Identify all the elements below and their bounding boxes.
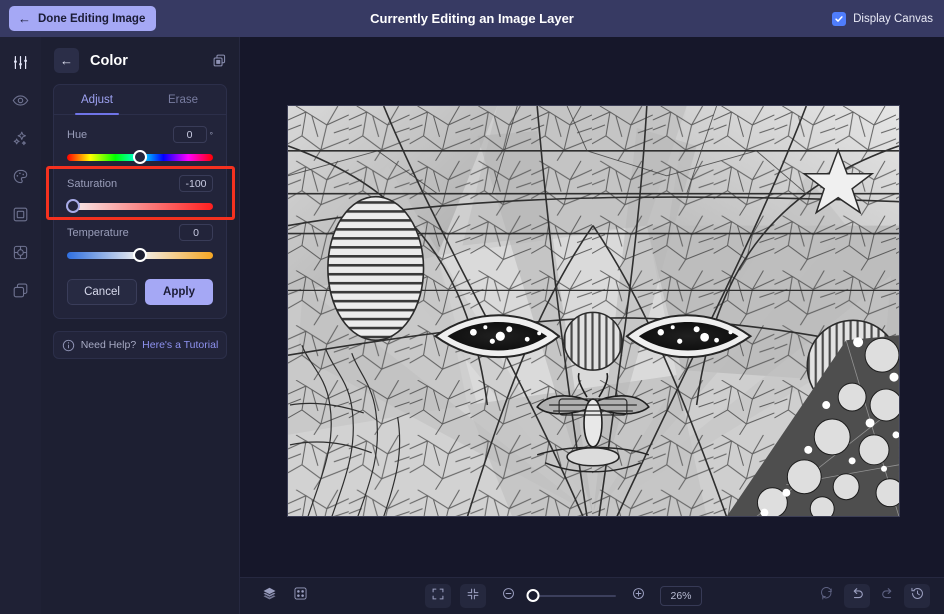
hue-value-wrap: 0 ° [172, 126, 213, 143]
sidebar-item-transform[interactable] [6, 237, 36, 267]
degree-unit: ° [209, 129, 213, 140]
top-toolbar: ← Done Editing Image Currently Editing a… [0, 0, 944, 37]
fullscreen-icon [431, 587, 445, 606]
palette-icon [12, 168, 29, 185]
hue-slider-thumb[interactable] [133, 150, 147, 164]
saturation-value-input[interactable]: -100 [179, 175, 213, 192]
duplicate-layers-icon[interactable] [212, 53, 227, 68]
fit-to-screen-button[interactable] [460, 584, 486, 608]
need-help-text: Need Help? [80, 339, 137, 351]
undo-button[interactable] [844, 584, 870, 608]
saturation-value-wrap: -100 [179, 175, 213, 192]
temperature-label-line: Temperature 0 [67, 224, 213, 241]
crop-rotate-icon [12, 244, 29, 261]
saturation-gradient-bar [67, 203, 213, 210]
zoom-slider-thumb[interactable] [526, 589, 540, 602]
temperature-value-wrap: 0 [179, 224, 213, 241]
reset-button[interactable] [814, 584, 840, 608]
zoom-percent-value[interactable]: 26% [660, 586, 702, 606]
redo-button[interactable] [874, 584, 900, 608]
hue-slider-track[interactable] [67, 150, 213, 164]
tab-erase-label: Erase [167, 94, 199, 106]
frame-icon [12, 206, 29, 223]
panel-header: ← Color [41, 37, 239, 84]
tab-adjust-label: Adjust [81, 94, 113, 106]
tutorial-link[interactable]: Here's a Tutorial [142, 339, 218, 351]
zoom-controls: 26% [425, 584, 702, 608]
done-editing-image-button[interactable]: ← Done Editing Image [9, 6, 157, 31]
fit-screen-icon [466, 587, 480, 606]
temperature-label: Temperature [67, 226, 129, 239]
history-icon [910, 586, 925, 606]
grid-button[interactable] [287, 584, 313, 608]
panel-title: Color [90, 52, 128, 69]
plus-circle-icon [631, 586, 646, 606]
saturation-slider-thumb[interactable] [65, 199, 80, 213]
image-editor-app: ← Done Editing Image Currently Editing a… [0, 0, 944, 614]
sparkles-icon [12, 130, 29, 147]
cancel-button[interactable]: Cancel [67, 279, 137, 305]
redo-icon [880, 586, 895, 606]
action-buttons: Cancel Apply [54, 262, 226, 305]
tab-adjust[interactable]: Adjust [54, 85, 140, 115]
reset-icon [820, 586, 834, 606]
bottom-toolbar: 26% [240, 577, 944, 614]
back-arrow-icon: ← [60, 53, 73, 68]
layers-stack-icon [262, 586, 277, 606]
canvas-stage[interactable] [240, 37, 944, 577]
saturation-label-line: Saturation -100 [67, 175, 213, 192]
panel-back-button[interactable]: ← [54, 48, 79, 73]
back-arrow-icon: ← [18, 11, 31, 26]
adjust-card: Adjust Erase Hue 0 ° Saturation -100 Tem… [46, 84, 235, 319]
tab-erase[interactable]: Erase [140, 85, 226, 114]
hue-value-input[interactable]: 0 [172, 126, 207, 143]
sidebar-item-color[interactable] [6, 161, 36, 191]
layers-button[interactable] [256, 584, 282, 608]
display-canvas-label: Display Canvas [853, 12, 933, 25]
sidebar-item-frame[interactable] [6, 199, 36, 229]
zoom-slider[interactable] [526, 589, 616, 602]
undo-icon [850, 586, 865, 606]
adjustments-icon [12, 54, 29, 71]
zoom-out-button[interactable] [495, 584, 521, 608]
info-icon [62, 339, 75, 352]
display-canvas-toggle[interactable]: Display Canvas [832, 0, 933, 37]
mosaic-artwork [288, 106, 899, 516]
checkbox-checked-icon[interactable] [832, 11, 847, 26]
done-editing-image-label: Done Editing Image [38, 12, 146, 25]
saturation-slider-row: Saturation -100 [46, 164, 235, 220]
history-button[interactable] [904, 584, 930, 608]
saturation-label: Saturation [67, 177, 118, 190]
tool-rail [0, 37, 41, 614]
panel-tabs: Adjust Erase [54, 85, 226, 115]
temperature-slider-row: Temperature 0 [54, 213, 226, 262]
saturation-slider-track[interactable] [65, 199, 213, 213]
fullscreen-button[interactable] [425, 584, 451, 608]
apply-button[interactable]: Apply [145, 279, 213, 305]
need-help-banner[interactable]: Need Help? Here's a Tutorial [53, 331, 227, 359]
grid-icon [293, 586, 308, 606]
hue-slider-row: Hue 0 ° [54, 115, 226, 164]
temperature-value-input[interactable]: 0 [179, 224, 213, 241]
sidebar-item-visibility[interactable] [6, 85, 36, 115]
hue-label: Hue [67, 128, 88, 141]
sidebar-item-effects[interactable] [6, 123, 36, 153]
hue-label-line: Hue 0 ° [67, 126, 213, 143]
minus-circle-icon [501, 586, 516, 606]
sidebar-item-adjust[interactable] [6, 47, 36, 77]
eye-icon [12, 92, 29, 109]
temperature-slider-track[interactable] [67, 248, 213, 262]
temperature-slider-thumb[interactable] [133, 248, 147, 262]
sidebar-item-layers[interactable] [6, 275, 36, 305]
image-layer-canvas[interactable] [287, 105, 900, 517]
color-panel: ← Color Adjust Erase Hue 0 ° Saturation … [41, 37, 240, 614]
zoom-in-button[interactable] [625, 584, 651, 608]
layers-copy-icon [12, 282, 29, 299]
